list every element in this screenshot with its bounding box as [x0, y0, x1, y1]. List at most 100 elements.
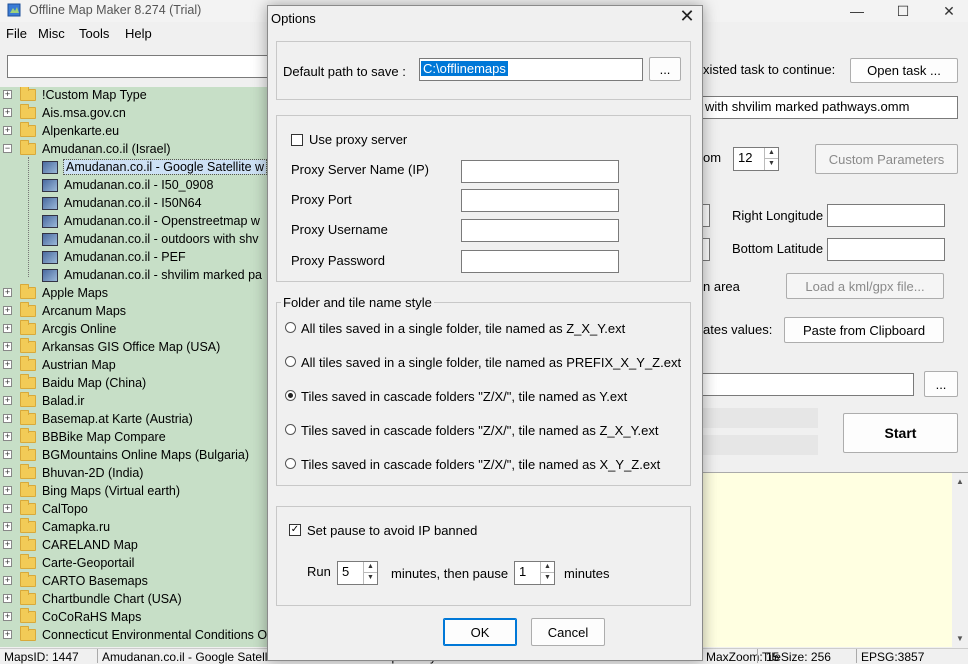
- tree-folder-item[interactable]: + Arcgis Online: [0, 320, 270, 339]
- expand-icon[interactable]: +: [3, 126, 12, 135]
- tree-folder-item[interactable]: + Basemap.at Karte (Austria): [0, 410, 270, 429]
- map-search-input[interactable]: [7, 55, 269, 78]
- expand-icon[interactable]: +: [3, 396, 12, 405]
- tree-map-item[interactable]: Amudanan.co.il - Google Satellite w: [0, 159, 270, 177]
- tree-folder-item[interactable]: + BBBike Map Compare: [0, 428, 270, 447]
- expand-icon[interactable]: +: [3, 432, 12, 441]
- tree-folder-item[interactable]: + Camapka.ru: [0, 518, 270, 537]
- spin-up-icon[interactable]: ▲: [364, 562, 377, 573]
- expand-icon[interactable]: +: [3, 360, 12, 369]
- zoom-stepper[interactable]: 12 ▲ ▼: [733, 147, 779, 171]
- tile-style-radio[interactable]: [285, 390, 296, 401]
- tree-folder-item[interactable]: + Arcanum Maps: [0, 302, 270, 321]
- tree-folder-item[interactable]: + CARTO Basemaps: [0, 572, 270, 591]
- load-kml-button[interactable]: Load a kml/gpx file...: [786, 273, 944, 299]
- tile-style-radio[interactable]: [285, 458, 296, 469]
- proxy-server-field[interactable]: [461, 160, 619, 183]
- expand-icon[interactable]: +: [3, 522, 12, 531]
- tree-folder-item[interactable]: + Bing Maps (Virtual earth): [0, 482, 270, 501]
- proxy-port-field[interactable]: [461, 189, 619, 212]
- tile-style-radio[interactable]: [285, 356, 296, 367]
- tree-folder-item[interactable]: + BGMountains Online Maps (Bulgaria): [0, 446, 270, 465]
- open-task-button[interactable]: Open task ...: [850, 58, 958, 83]
- save-path-field[interactable]: [700, 373, 914, 396]
- expand-icon[interactable]: +: [3, 630, 12, 639]
- proxy-username-field[interactable]: [461, 219, 619, 242]
- browse-button[interactable]: ...: [924, 371, 958, 397]
- menu-tools[interactable]: Tools: [79, 26, 109, 41]
- tree-folder-item[interactable]: + Baidu Map (China): [0, 374, 270, 393]
- expand-icon[interactable]: +: [3, 504, 12, 513]
- menu-file[interactable]: File: [6, 26, 27, 41]
- spin-up-icon[interactable]: ▲: [765, 148, 778, 159]
- tree-folder-item[interactable]: + CoCoRaHS Maps: [0, 608, 270, 627]
- collapse-icon[interactable]: −: [3, 144, 12, 153]
- use-proxy-checkbox[interactable]: [291, 134, 303, 146]
- tree-folder-item[interactable]: + CalTopo: [0, 500, 270, 519]
- tree-map-item[interactable]: Amudanan.co.il - outdoors with shv: [0, 231, 270, 249]
- expand-icon[interactable]: +: [3, 342, 12, 351]
- minimize-icon[interactable]: —: [834, 0, 880, 22]
- tree-folder-item[interactable]: + Apple Maps: [0, 284, 270, 303]
- expand-icon[interactable]: +: [3, 558, 12, 567]
- pause-checkbox[interactable]: ✓: [289, 524, 301, 536]
- expand-icon[interactable]: +: [3, 306, 12, 315]
- run-minutes-stepper[interactable]: 5 ▲ ▼: [337, 561, 378, 585]
- tree-folder-item[interactable]: − Amudanan.co.il (Israel): [0, 140, 270, 159]
- map-type-tree[interactable]: + !Custom Map Type + Ais.msa.gov.cn + Alpenka…: [0, 87, 270, 647]
- tile-style-radio[interactable]: [285, 322, 296, 333]
- dialog-close-icon[interactable]: ✕: [676, 6, 698, 26]
- tree-folder-item[interactable]: + !Custom Map Type: [0, 87, 270, 105]
- menu-help[interactable]: Help: [125, 26, 152, 41]
- tree-folder-item[interactable]: + Chartbundle Chart (USA): [0, 590, 270, 609]
- tree-folder-item[interactable]: + Ais.msa.gov.cn: [0, 104, 270, 123]
- task-name-field[interactable]: with shvilim marked pathways.omm: [700, 96, 958, 119]
- custom-parameters-button[interactable]: Custom Parameters: [815, 144, 958, 174]
- expand-icon[interactable]: +: [3, 594, 12, 603]
- start-button[interactable]: Start: [843, 413, 958, 453]
- expand-icon[interactable]: +: [3, 108, 12, 117]
- tree-folder-item[interactable]: + Connecticut Environmental Conditions O: [0, 626, 270, 645]
- tree-map-item[interactable]: Amudanan.co.il - Openstreetmap w: [0, 213, 270, 231]
- expand-icon[interactable]: +: [3, 414, 12, 423]
- bottom-latitude-field[interactable]: [827, 238, 945, 261]
- default-path-field[interactable]: C:\offlinemaps: [419, 58, 643, 81]
- dialog-browse-button[interactable]: ...: [649, 57, 681, 81]
- expand-icon[interactable]: +: [3, 90, 12, 99]
- tree-folder-item[interactable]: + Carte-Geoportail: [0, 554, 270, 573]
- tree-map-item[interactable]: Amudanan.co.il - PEF: [0, 249, 270, 267]
- spin-down-icon[interactable]: ▼: [765, 159, 778, 170]
- expand-icon[interactable]: +: [3, 576, 12, 585]
- expand-icon[interactable]: +: [3, 450, 12, 459]
- expand-icon[interactable]: +: [3, 468, 12, 477]
- scroll-up-icon[interactable]: ▲: [952, 477, 968, 486]
- tree-map-item[interactable]: Amudanan.co.il - I50N64: [0, 195, 270, 213]
- menu-misc[interactable]: Misc: [38, 26, 65, 41]
- cancel-button[interactable]: Cancel: [531, 618, 605, 646]
- tree-folder-item[interactable]: + CARELAND Map: [0, 536, 270, 555]
- pause-minutes-stepper[interactable]: 1 ▲ ▼: [514, 561, 555, 585]
- expand-icon[interactable]: +: [3, 378, 12, 387]
- tree-map-item[interactable]: Amudanan.co.il - I50_0908: [0, 177, 270, 195]
- spin-down-icon[interactable]: ▼: [541, 573, 554, 584]
- expand-icon[interactable]: +: [3, 486, 12, 495]
- tree-folder-item[interactable]: + Balad.ir: [0, 392, 270, 411]
- tree-folder-item[interactable]: + Alpenkarte.eu: [0, 122, 270, 141]
- spin-down-icon[interactable]: ▼: [364, 573, 377, 584]
- tree-map-item[interactable]: Amudanan.co.il - shvilim marked pa: [0, 267, 270, 285]
- expand-icon[interactable]: +: [3, 288, 12, 297]
- log-scrollbar[interactable]: ▲ ▼: [952, 473, 968, 647]
- tree-folder-item[interactable]: + Arkansas GIS Office Map (USA): [0, 338, 270, 357]
- expand-icon[interactable]: +: [3, 324, 12, 333]
- spin-up-icon[interactable]: ▲: [541, 562, 554, 573]
- right-longitude-field[interactable]: [827, 204, 945, 227]
- maximize-icon[interactable]: ☐: [880, 0, 926, 22]
- paste-from-clipboard-button[interactable]: Paste from Clipboard: [784, 317, 944, 343]
- scroll-down-icon[interactable]: ▼: [952, 634, 968, 643]
- tree-folder-item[interactable]: + Austrian Map: [0, 356, 270, 375]
- close-window-icon[interactable]: ✕: [926, 0, 968, 22]
- tile-style-radio[interactable]: [285, 424, 296, 435]
- expand-icon[interactable]: +: [3, 540, 12, 549]
- ok-button[interactable]: OK: [443, 618, 517, 646]
- tree-folder-item[interactable]: + Bhuvan-2D (India): [0, 464, 270, 483]
